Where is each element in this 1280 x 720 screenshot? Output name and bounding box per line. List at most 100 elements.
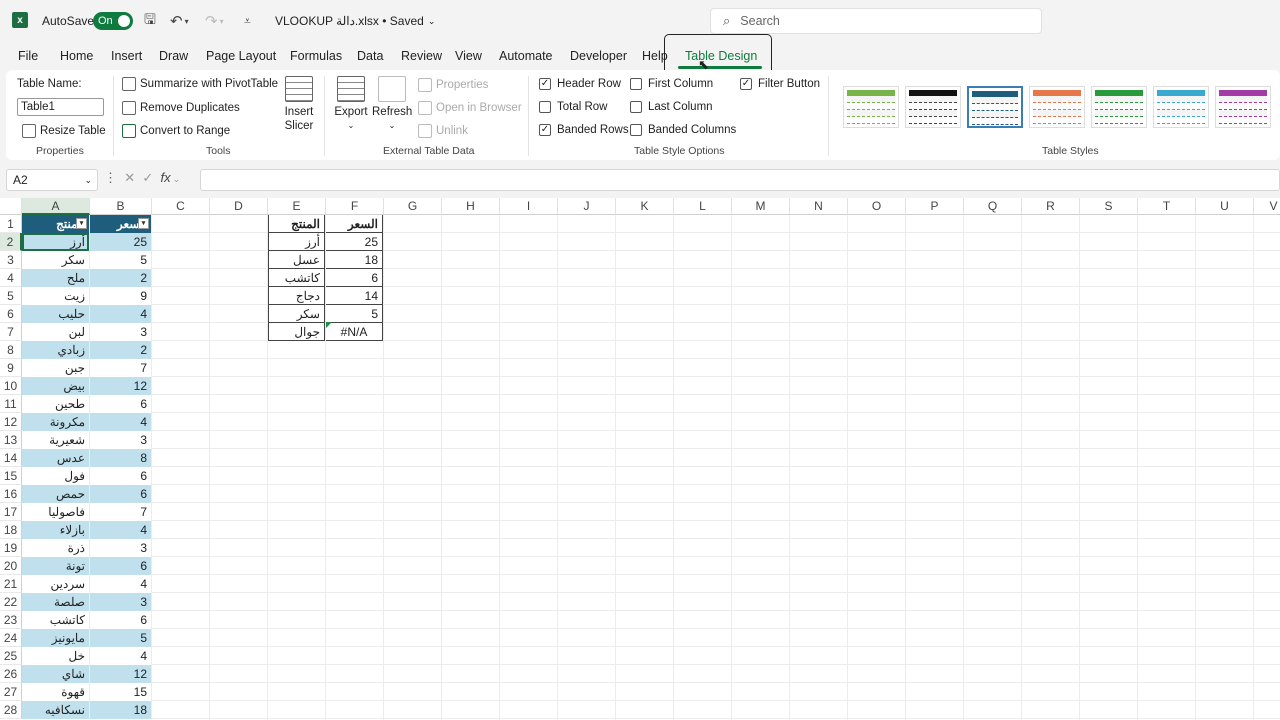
table-cell[interactable]: 5: [90, 251, 151, 269]
table-cell[interactable]: فاصوليا: [22, 503, 89, 521]
table-cell[interactable]: جبن: [22, 359, 89, 377]
table-cell[interactable]: 3: [90, 323, 151, 341]
table-cell[interactable]: 6: [90, 395, 151, 413]
row-header-4[interactable]: 4: [0, 269, 22, 287]
tab-home[interactable]: Home: [60, 49, 93, 63]
table-cell[interactable]: ذرة: [22, 539, 89, 557]
tab-draw[interactable]: Draw: [159, 49, 188, 63]
table-header-cell[interactable]: المنتج ▾: [22, 215, 89, 233]
table-cell[interactable]: بيض: [22, 377, 89, 395]
column-header-k[interactable]: K: [616, 198, 674, 215]
select-all-corner[interactable]: [0, 198, 22, 215]
row-header-3[interactable]: 3: [0, 251, 22, 269]
table-header-cell[interactable]: السعر ▾: [90, 215, 151, 233]
column-header-b[interactable]: B: [90, 198, 152, 215]
column-header-q[interactable]: Q: [964, 198, 1022, 215]
table-cell[interactable]: مايونيز: [22, 629, 89, 647]
banded-columns-checkbox[interactable]: Banded Columns: [630, 124, 736, 136]
table-cell[interactable]: 18: [90, 701, 151, 719]
filter-button-checkbox[interactable]: ✓ Filter Button: [740, 78, 820, 90]
lookup-cell[interactable]: 18: [326, 251, 383, 269]
row-header-1[interactable]: 1: [0, 215, 22, 233]
table-cell[interactable]: صلصة: [22, 593, 89, 611]
table-cell[interactable]: 12: [90, 665, 151, 683]
name-box[interactable]: A2 ⌄: [6, 169, 98, 191]
row-header-9[interactable]: 9: [0, 359, 22, 377]
tab-insert[interactable]: Insert: [111, 49, 142, 63]
table-cell[interactable]: 5: [90, 629, 151, 647]
tab-review[interactable]: Review: [401, 49, 442, 63]
column-header-c[interactable]: C: [152, 198, 210, 215]
table-cell[interactable]: شعيرية: [22, 431, 89, 449]
row-header-25[interactable]: 25: [0, 647, 22, 665]
summarize-pivottable-button[interactable]: Summarize with PivotTable: [122, 77, 278, 91]
row-header-23[interactable]: 23: [0, 611, 22, 629]
column-header-d[interactable]: D: [210, 198, 268, 215]
table-style-swatch[interactable]: [1153, 86, 1209, 128]
lookup-cell[interactable]: 25: [326, 233, 383, 251]
table-cell[interactable]: 6: [90, 467, 151, 485]
resize-table-button[interactable]: Resize Table: [22, 124, 106, 138]
row-header-7[interactable]: 7: [0, 323, 22, 341]
tab-file[interactable]: File: [18, 49, 38, 63]
header-row-checkbox[interactable]: ✓ Header Row: [539, 78, 621, 90]
table-style-swatch[interactable]: [843, 86, 899, 128]
table-style-swatch[interactable]: [967, 86, 1023, 128]
table-cell[interactable]: بازلاء: [22, 521, 89, 539]
row-header-17[interactable]: 17: [0, 503, 22, 521]
tab-automate[interactable]: Automate: [499, 49, 553, 63]
insert-slicer-button[interactable]: Insert Slicer: [282, 76, 316, 133]
redo-icon[interactable]: ↷ ▾: [205, 12, 224, 30]
table-cell[interactable]: 3: [90, 593, 151, 611]
formula-input[interactable]: [200, 169, 1280, 191]
row-header-18[interactable]: 18: [0, 521, 22, 539]
file-name[interactable]: VLOOKUP دالة.xlsx • Saved ⌄: [275, 12, 435, 30]
column-header-r[interactable]: R: [1022, 198, 1080, 215]
table-cell[interactable]: نسكافيه: [22, 701, 89, 719]
filter-dropdown-icon[interactable]: ▾: [76, 218, 87, 229]
column-header-e[interactable]: E: [268, 198, 326, 215]
table-cell[interactable]: 8: [90, 449, 151, 467]
row-header-28[interactable]: 28: [0, 701, 22, 719]
column-header-n[interactable]: N: [790, 198, 848, 215]
table-cell[interactable]: عدس: [22, 449, 89, 467]
row-header-19[interactable]: 19: [0, 539, 22, 557]
table-cell[interactable]: 2: [90, 341, 151, 359]
table-style-swatch[interactable]: [1215, 86, 1271, 128]
table-style-swatch[interactable]: [1029, 86, 1085, 128]
table-cell[interactable]: 6: [90, 485, 151, 503]
row-header-16[interactable]: 16: [0, 485, 22, 503]
filter-dropdown-icon[interactable]: ▾: [138, 218, 149, 229]
lookup-cell[interactable]: #N/A: [326, 323, 383, 341]
lookup-cell[interactable]: دجاج: [268, 287, 325, 305]
enter-icon[interactable]: ✓: [142, 170, 153, 185]
table-cell[interactable]: 4: [90, 305, 151, 323]
row-header-27[interactable]: 27: [0, 683, 22, 701]
row-header-11[interactable]: 11: [0, 395, 22, 413]
column-header-o[interactable]: O: [848, 198, 906, 215]
table-cell[interactable]: 4: [90, 521, 151, 539]
lookup-cell[interactable]: جوال: [268, 323, 325, 341]
cancel-icon[interactable]: ✕: [124, 170, 135, 185]
spreadsheet-grid[interactable]: A B C D E F G H I J K L M N O P Q R S T U V 1 2 3 4 5 6 7 8 9 10 11 12 13 1…: [0, 198, 1280, 720]
column-header-s[interactable]: S: [1080, 198, 1138, 215]
lookup-header-cell[interactable]: السعر: [326, 215, 383, 233]
tab-formulas[interactable]: Formulas: [290, 49, 342, 63]
column-header-m[interactable]: M: [732, 198, 790, 215]
table-cell[interactable]: 2: [90, 269, 151, 287]
table-cell[interactable]: تونة: [22, 557, 89, 575]
column-header-u[interactable]: U: [1196, 198, 1254, 215]
row-header-15[interactable]: 15: [0, 467, 22, 485]
table-cell[interactable]: 3: [90, 539, 151, 557]
row-header-24[interactable]: 24: [0, 629, 22, 647]
row-header-10[interactable]: 10: [0, 377, 22, 395]
table-cell[interactable]: 6: [90, 557, 151, 575]
tab-data[interactable]: Data: [357, 49, 383, 63]
lookup-cell[interactable]: 6: [326, 269, 383, 287]
table-cell[interactable]: أرز: [22, 233, 89, 251]
search-box[interactable]: ⌕ Search: [710, 8, 1042, 34]
lookup-header-cell[interactable]: المنتج: [268, 215, 325, 233]
table-cell[interactable]: زبادي: [22, 341, 89, 359]
row-header-21[interactable]: 21: [0, 575, 22, 593]
lookup-cell[interactable]: كاتشب: [268, 269, 325, 287]
